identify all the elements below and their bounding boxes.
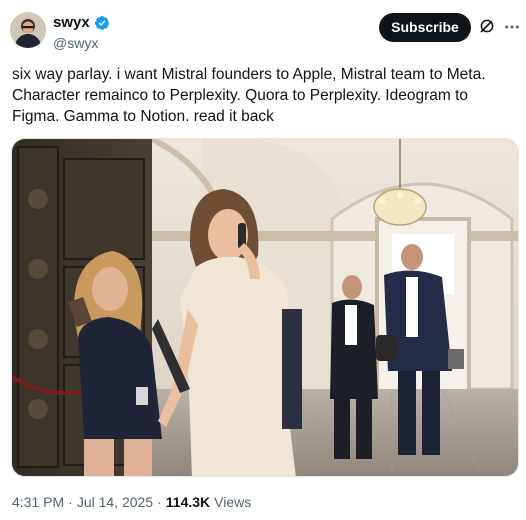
verified-badge-icon <box>94 16 109 30</box>
tweet-time[interactable]: 4:31 PM <box>12 493 64 511</box>
tweet-meta: 4:31 PM · Jul 14, 2025 · 114.3K Views <box>12 493 251 511</box>
display-name[interactable]: swyx <box>53 14 90 32</box>
tweet-photo[interactable] <box>11 138 519 477</box>
tweet-date[interactable]: Jul 14, 2025 <box>77 493 153 511</box>
photo-image <box>12 139 518 476</box>
tweet-text: six way parlay. i want Mistral founders … <box>12 66 486 125</box>
subscribe-button[interactable]: Subscribe <box>379 13 471 42</box>
grok-icon[interactable] <box>478 17 496 35</box>
more-options-icon[interactable] <box>503 18 521 36</box>
avatar[interactable] <box>10 12 46 48</box>
profile-photo <box>10 12 46 48</box>
meta-separator: · <box>68 494 73 510</box>
author-block[interactable]: swyx @swyx <box>53 14 110 52</box>
meta-separator: · <box>157 494 162 510</box>
views-count: 114.3K <box>165 494 211 510</box>
handle[interactable]: @swyx <box>53 34 110 52</box>
views-label: Views <box>214 494 252 510</box>
